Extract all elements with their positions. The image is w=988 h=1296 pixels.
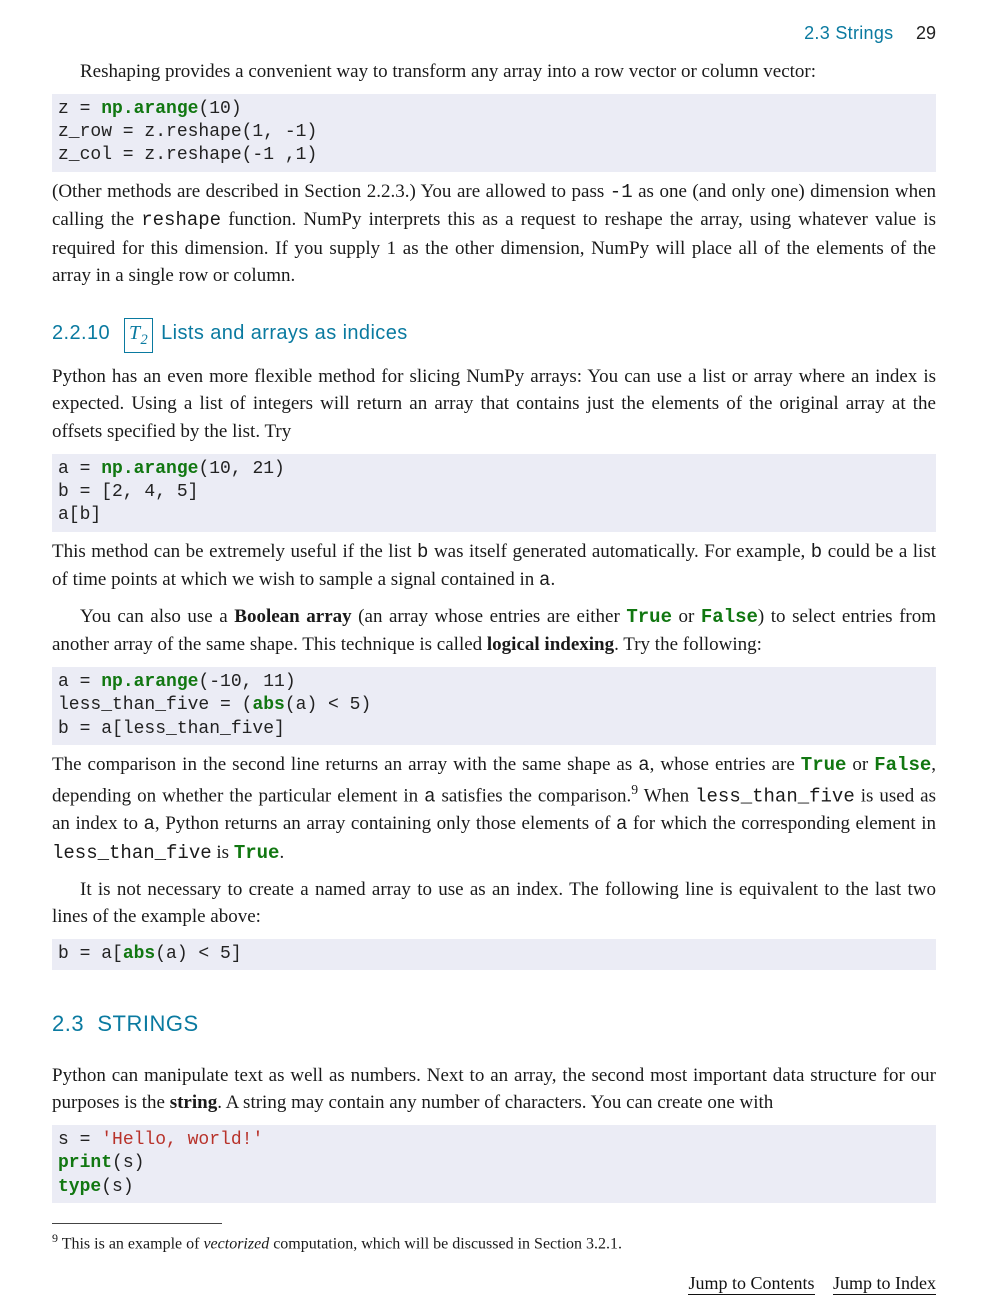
- section-number: 2.2.10: [52, 322, 110, 344]
- code-inline-index: b = a[abs(a) < 5]: [52, 939, 936, 970]
- header-section-label: 2.3 Strings: [804, 23, 893, 43]
- paragraph-boolean-explain: The comparison in the second line return…: [52, 751, 936, 868]
- paragraph-strings-intro: Python can manipulate text as well as nu…: [52, 1062, 936, 1117]
- difficulty-box-icon: T2: [124, 318, 153, 353]
- section-number: 2.3: [52, 1011, 84, 1036]
- footnote-rule: [52, 1223, 222, 1224]
- section-title: Lists and arrays as indices: [161, 322, 407, 344]
- paragraph-list-index-explain: This method can be extremely useful if t…: [52, 538, 936, 595]
- footnote-9: 9 This is an example of vectorized compu…: [52, 1230, 936, 1256]
- code-reshape: z = np.arange(10) z_row = z.reshape(1, -…: [52, 94, 936, 172]
- paragraph-list-index-intro: Python has an even more flexible method …: [52, 363, 936, 446]
- header-page-number: 29: [916, 23, 936, 43]
- section-2-2-10-heading: 2.2.10 T2 Lists and arrays as indices: [52, 318, 936, 353]
- footer-nav: Jump to Contents Jump to Index: [52, 1270, 936, 1296]
- jump-to-contents-link[interactable]: Jump to Contents: [688, 1273, 814, 1295]
- code-strings: s = 'Hello, world!' print(s) type(s): [52, 1125, 936, 1203]
- paragraph-inline-index: It is not necessary to create a named ar…: [52, 876, 936, 931]
- code-list-index: a = np.arange(10, 21) b = [2, 4, 5] a[b]: [52, 454, 936, 532]
- jump-to-index-link[interactable]: Jump to Index: [833, 1273, 936, 1295]
- paragraph-reshape-intro: Reshaping provides a convenient way to t…: [52, 58, 936, 86]
- paragraph-boolean-intro: You can also use a Boolean array (an arr…: [52, 603, 936, 659]
- page-header: 2.3 Strings 29: [52, 20, 936, 46]
- code-boolean-index: a = np.arange(-10, 11) less_than_five = …: [52, 667, 936, 745]
- section-2-3-heading: 2.3 STRINGS: [52, 1008, 936, 1040]
- section-title: STRINGS: [97, 1011, 198, 1036]
- paragraph-reshape-explain: (Other methods are described in Section …: [52, 178, 936, 290]
